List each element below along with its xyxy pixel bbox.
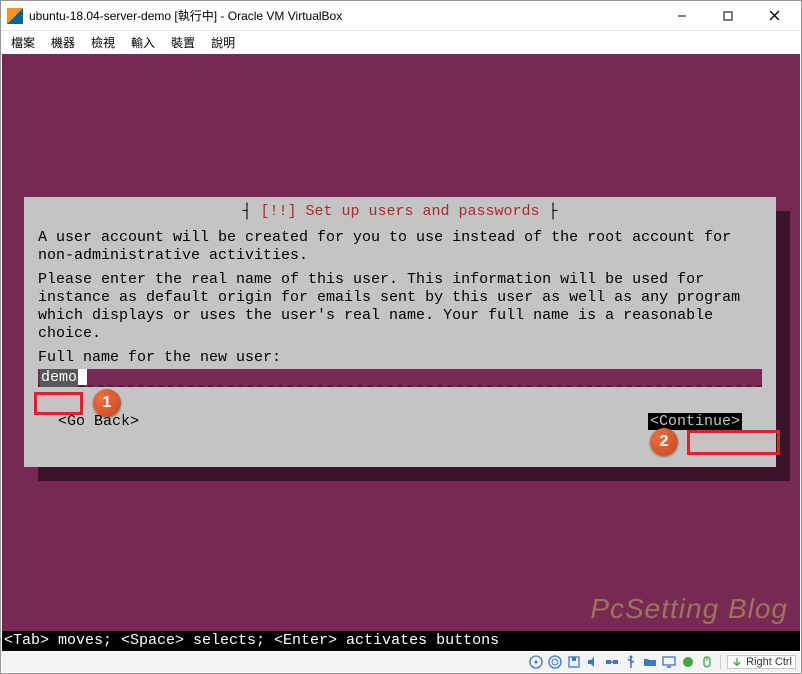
menubar: 檔案 機器 檢視 輸入 裝置 說明	[1, 31, 801, 53]
host-key-label: Right Ctrl	[746, 656, 792, 668]
usb-icon[interactable]	[623, 655, 638, 670]
mouse-integration-icon[interactable]	[699, 655, 714, 670]
installer-dialog: ┤ [!!] Set up users and passwords ├ A us…	[24, 197, 776, 467]
menu-input[interactable]: 輸入	[131, 34, 155, 51]
text-cursor	[78, 369, 87, 385]
dialog-paragraph-1: A user account will be created for you t…	[38, 229, 762, 265]
menu-devices[interactable]: 裝置	[171, 34, 195, 51]
full-name-input[interactable]: demo	[38, 369, 762, 387]
window-titlebar: ubuntu-18.04-server-demo [執行中] - Oracle …	[1, 1, 801, 31]
window-title: ubuntu-18.04-server-demo [執行中] - Oracle …	[29, 7, 342, 24]
audio-icon[interactable]	[585, 655, 600, 670]
statusbar-divider	[720, 655, 721, 669]
go-back-button[interactable]: <Go Back>	[58, 413, 139, 430]
arrow-down-icon	[731, 656, 743, 668]
continue-button[interactable]: <Continue>	[648, 413, 742, 430]
virtualbox-icon	[7, 8, 23, 24]
vm-guest-screen[interactable]: ┤ [!!] Set up users and passwords ├ A us…	[2, 54, 800, 651]
dialog-title: [!!] Set up users and passwords	[251, 203, 548, 220]
watermark-text: PcSetting Blog	[590, 593, 788, 625]
optical-drive-icon[interactable]	[528, 655, 543, 670]
floppy-icon[interactable]	[566, 655, 581, 670]
display-icon[interactable]	[661, 655, 676, 670]
dialog-frame-right: ├	[549, 203, 558, 220]
menu-machine[interactable]: 機器	[51, 34, 75, 51]
network-icon[interactable]	[604, 655, 619, 670]
minimize-button[interactable]	[659, 2, 705, 30]
full-name-value: demo	[40, 369, 78, 387]
installer-help-bar: <Tab> moves; <Space> selects; <Enter> ac…	[2, 631, 800, 651]
dialog-paragraph-2: Please enter the real name of this user.…	[38, 271, 762, 343]
menu-file[interactable]: 檔案	[11, 34, 35, 51]
menu-view[interactable]: 檢視	[91, 34, 115, 51]
hard-disk-icon[interactable]	[547, 655, 562, 670]
vm-status-bar: Right Ctrl	[2, 652, 800, 672]
close-button[interactable]	[751, 2, 797, 30]
shared-folders-icon[interactable]	[642, 655, 657, 670]
host-key-indicator[interactable]: Right Ctrl	[727, 655, 796, 669]
menu-help[interactable]: 說明	[211, 34, 235, 51]
dialog-prompt: Full name for the new user:	[38, 349, 762, 367]
maximize-button[interactable]	[705, 2, 751, 30]
recording-icon[interactable]	[680, 655, 695, 670]
